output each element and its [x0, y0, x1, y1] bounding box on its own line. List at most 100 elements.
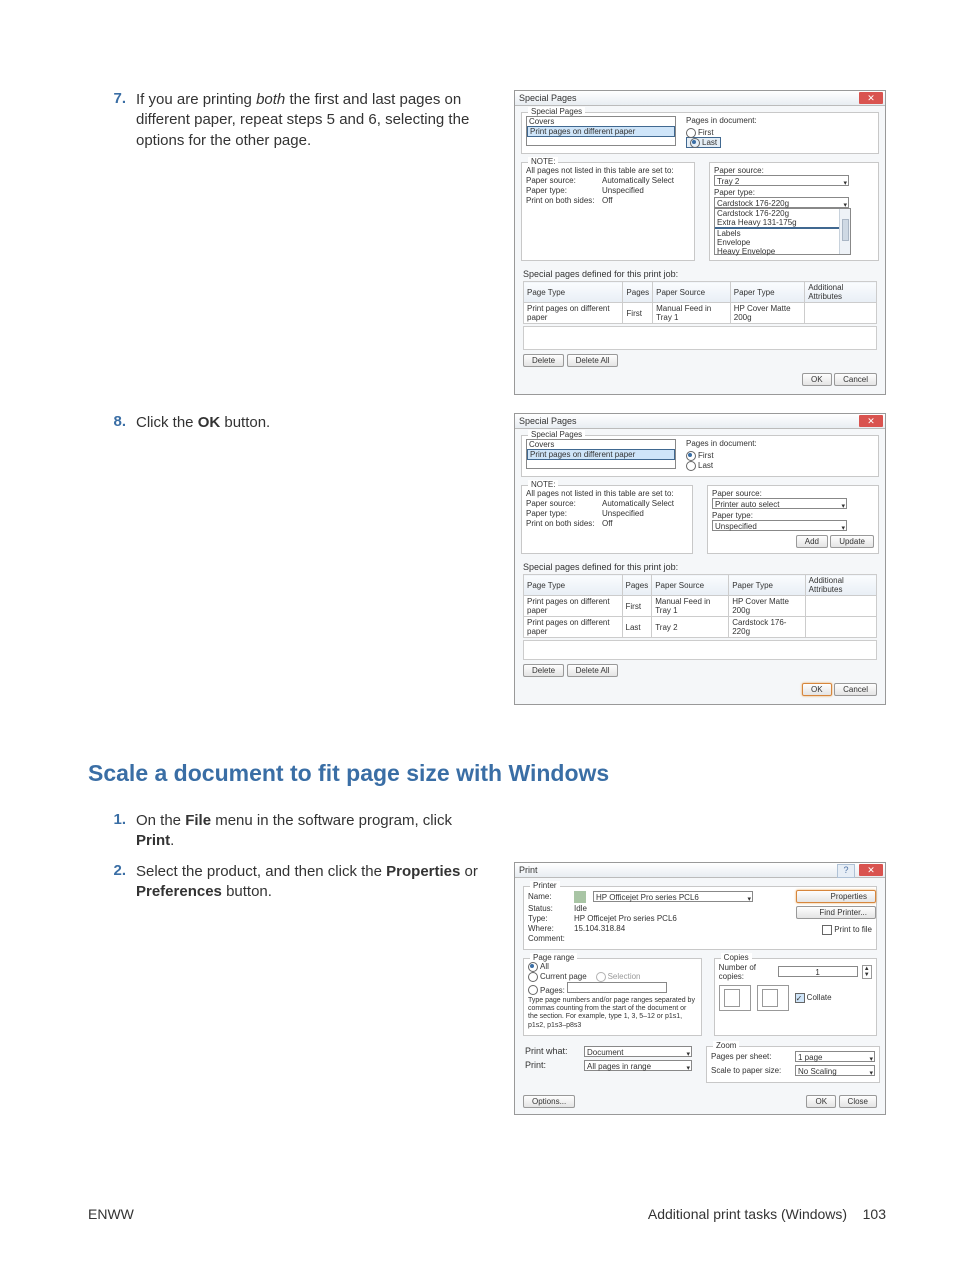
special-pages-dialog-7: Special Pages ✕ Special Pages Covers Pri…	[514, 90, 886, 395]
lbl: Paper source:	[526, 176, 598, 185]
col: Paper Source	[652, 575, 729, 596]
radio-all[interactable]	[528, 962, 538, 972]
paper-type-select[interactable]: Cardstock 176-220g▾	[714, 197, 849, 208]
radio-first[interactable]	[686, 451, 696, 461]
list-item-covers[interactable]: Covers	[527, 440, 675, 449]
radio-current[interactable]	[528, 972, 538, 982]
col: Page Type	[524, 282, 623, 303]
paper-source-select[interactable]: Printer auto select▾	[712, 498, 847, 509]
close-icon[interactable]: ✕	[859, 415, 883, 427]
table-row[interactable]: Print pages on different paper First Man…	[524, 596, 877, 617]
list-item-covers[interactable]: Covers	[527, 117, 675, 126]
dialog-title-text: Special Pages	[519, 93, 577, 103]
list-item[interactable]: Cardstock 176-220g	[715, 209, 850, 218]
delete-button[interactable]: Delete	[523, 664, 564, 677]
print-to-file-checkbox[interactable]	[822, 925, 832, 935]
scrollbar[interactable]	[839, 209, 850, 254]
radio-first[interactable]	[686, 128, 696, 138]
lbl: Pages:	[540, 986, 565, 995]
paper-type-select[interactable]: Unspecified▾	[712, 520, 847, 531]
pages-input[interactable]	[567, 982, 667, 993]
collate-checkbox[interactable]: ✓	[795, 993, 805, 1003]
step8-text: Click the OK button.	[136, 413, 491, 433]
printer-group-label: Printer	[530, 881, 560, 890]
chevron-down-icon: ▾	[841, 501, 845, 512]
print-range-select[interactable]: All pages in range▾	[584, 1060, 692, 1071]
list-item[interactable]: Extra Heavy 131-175g	[715, 218, 850, 227]
group-label: Special Pages	[528, 430, 585, 439]
list-item-different-paper[interactable]: Print pages on different paper	[527, 126, 675, 137]
printer-name-select[interactable]: HP Officejet Pro series PCL6▾	[593, 891, 753, 902]
paper-type-label: Paper type:	[712, 511, 874, 520]
t: menu in the software program, click	[211, 812, 452, 829]
t-bold: OK	[198, 414, 221, 431]
num-copies-input[interactable]: 1	[778, 966, 858, 977]
val: Automatically Select	[602, 176, 674, 185]
val: Idle	[574, 904, 587, 913]
list-item-different-paper[interactable]: Print pages on different paper	[527, 449, 675, 460]
ok-button[interactable]: OK	[802, 683, 832, 696]
cell: Tray 2	[652, 617, 729, 638]
radio-last[interactable]	[686, 461, 696, 471]
properties-button[interactable]: Properties	[796, 890, 876, 903]
defined-for-label: Special pages defined for this print job…	[523, 562, 877, 572]
paper-source-select[interactable]: Tray 2▾	[714, 175, 849, 186]
cell: Cardstock 176-220g	[729, 617, 805, 638]
table-row[interactable]: Print pages on different paper First Man…	[524, 303, 877, 324]
delete-all-button[interactable]: Delete All	[567, 664, 619, 677]
ok-button[interactable]: OK	[802, 373, 832, 386]
list-item[interactable]: Labels	[715, 229, 850, 238]
t: Select the product, and then click the	[136, 863, 386, 880]
close-icon[interactable]: ✕	[859, 864, 883, 876]
list-item[interactable]: Envelope	[715, 238, 850, 247]
pages-in-document-label: Pages in document:	[686, 439, 874, 448]
col: Page Type	[524, 575, 623, 596]
delete-all-button[interactable]: Delete All	[567, 354, 619, 367]
col: Paper Type	[730, 282, 804, 303]
cancel-button[interactable]: Cancel	[834, 683, 877, 696]
cancel-button[interactable]: Cancel	[834, 373, 877, 386]
radio-last[interactable]	[690, 138, 700, 148]
footer-section: Additional print tasks (Windows)	[648, 1206, 847, 1222]
cell	[805, 596, 876, 617]
group-label: Special Pages	[528, 107, 585, 116]
val: HP Officejet Pro series PCL6	[596, 893, 699, 902]
table-row[interactable]: Print pages on different paper Last Tray…	[524, 617, 877, 638]
lbl: Paper type:	[526, 509, 598, 518]
col: Pages	[623, 282, 653, 303]
close-button[interactable]: Close	[839, 1095, 877, 1108]
step-number-8: 8.	[88, 413, 136, 430]
col: Additional Attributes	[805, 575, 876, 596]
spinner-icon[interactable]: ▲▼	[862, 965, 872, 979]
scale-to-paper-select[interactable]: No Scaling▾	[795, 1065, 875, 1076]
radio-first-label: First	[698, 128, 714, 137]
list-item[interactable]: Heavy Envelope	[715, 247, 850, 256]
pages-per-sheet-select[interactable]: 1 page▾	[795, 1051, 875, 1062]
copies-group: Copies	[721, 953, 752, 962]
cell: First	[623, 303, 653, 324]
val: 1 page	[798, 1053, 822, 1062]
val: Unspecified	[602, 509, 644, 518]
help-icon[interactable]: ?	[837, 864, 855, 878]
step7-text: If you are printing both the first and l…	[136, 90, 491, 151]
options-button[interactable]: Options...	[523, 1095, 575, 1108]
val: Off	[602, 519, 613, 528]
print-what-select[interactable]: Document▾	[584, 1046, 692, 1057]
step-number-1: 1.	[88, 811, 136, 828]
ok-button[interactable]: OK	[806, 1095, 836, 1108]
update-button[interactable]: Update	[830, 535, 874, 548]
defined-for-label: Special pages defined for this print job…	[523, 269, 877, 279]
lbl: Collate	[807, 993, 832, 1002]
lbl: Name:	[528, 892, 570, 901]
cell: First	[622, 596, 652, 617]
val: Off	[602, 196, 613, 205]
find-printer-button[interactable]: Find Printer...	[796, 906, 876, 919]
t: button.	[222, 883, 272, 900]
close-icon[interactable]: ✕	[859, 92, 883, 104]
pages-help: Type page numbers and/or page ranges sep…	[528, 997, 697, 1029]
delete-button[interactable]: Delete	[523, 354, 564, 367]
radio-pages[interactable]	[528, 985, 538, 995]
paper-source-label: Paper source:	[714, 166, 878, 175]
lbl: Scale to paper size:	[711, 1066, 791, 1075]
add-button[interactable]: Add	[796, 535, 828, 548]
